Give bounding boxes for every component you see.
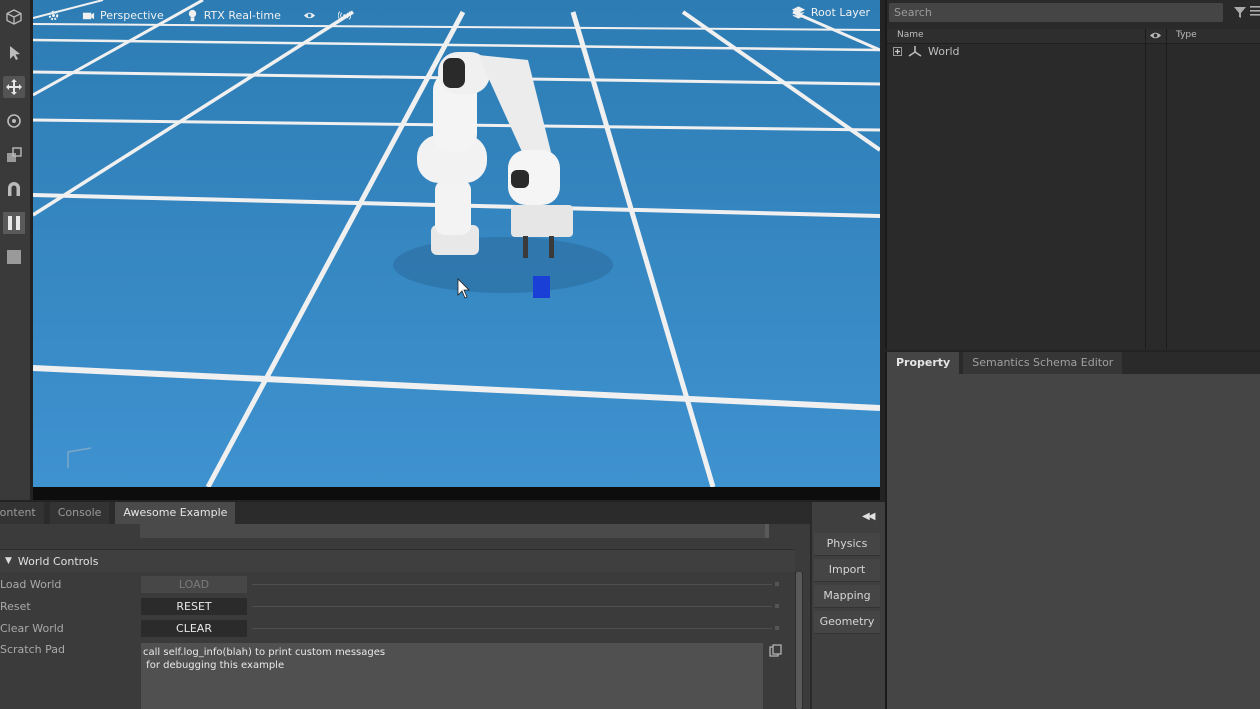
tab-content[interactable]: Content bbox=[0, 502, 44, 524]
geometry-button[interactable]: Geometry bbox=[814, 611, 880, 634]
world-controls-header[interactable]: ▼ World Controls bbox=[0, 549, 795, 572]
stage-panel: Search Name Type World bbox=[885, 0, 1260, 350]
row-track bbox=[252, 606, 772, 607]
broadcast-icon bbox=[337, 10, 351, 20]
move-icon[interactable] bbox=[3, 76, 25, 98]
tab-semantics-schema-editor[interactable]: Semantics Schema Editor bbox=[963, 352, 1123, 374]
property-tabs: Property Semantics Schema Editor bbox=[887, 352, 1260, 374]
menu-icon[interactable] bbox=[1250, 5, 1260, 17]
tab-awesome-example[interactable]: Awesome Example bbox=[115, 502, 236, 524]
camera-button[interactable]: Perspective bbox=[76, 7, 170, 24]
copy-icon[interactable] bbox=[769, 644, 782, 657]
blue-cube[interactable] bbox=[533, 276, 550, 298]
stage-tree: World bbox=[887, 44, 1260, 350]
stage-search-input[interactable]: Search bbox=[889, 3, 1223, 22]
import-button[interactable]: Import bbox=[814, 559, 880, 582]
viewport-toolbar-left bbox=[0, 0, 30, 500]
bottom-tabs: Content Console Awesome Example bbox=[0, 502, 810, 524]
eye-icon bbox=[303, 12, 315, 18]
root-layer-label: Root Layer bbox=[810, 6, 870, 19]
select-arrow-icon[interactable] bbox=[3, 42, 25, 64]
expand-plus-icon[interactable] bbox=[893, 46, 902, 56]
visibility-column-eye-icon[interactable] bbox=[1149, 30, 1162, 41]
stage-column-header: Name Type bbox=[887, 29, 1260, 44]
row-track bbox=[252, 628, 772, 629]
layers-icon bbox=[791, 6, 805, 19]
filter-icon[interactable] bbox=[1233, 5, 1247, 19]
row-track bbox=[252, 584, 772, 585]
side-tool-panel: ◀◀ Physics Import Mapping Geometry bbox=[810, 502, 885, 709]
scrollbar-thumb[interactable] bbox=[796, 572, 802, 709]
extension-panel: Content Console Awesome Example ▼ World … bbox=[0, 502, 810, 709]
renderer-button[interactable]: RTX Real-time bbox=[180, 7, 287, 24]
section-title: World Controls bbox=[17, 554, 99, 568]
snap-magnet-icon[interactable] bbox=[3, 178, 25, 200]
cube-icon[interactable] bbox=[3, 6, 25, 28]
clear-button[interactable]: CLEAR bbox=[141, 620, 247, 637]
rotate-icon[interactable] bbox=[3, 110, 25, 132]
tree-item-label: World bbox=[928, 44, 960, 58]
load-button[interactable]: LOAD bbox=[141, 576, 247, 593]
viewport-top-toolbar: Perspective RTX Real-time Root Layer bbox=[33, 0, 880, 30]
gear-icon bbox=[48, 10, 59, 20]
row-handle bbox=[775, 626, 779, 630]
collapse-panel-icon[interactable]: ◀◀ bbox=[862, 511, 875, 522]
physics-button[interactable]: Physics bbox=[814, 533, 880, 556]
reset-button[interactable]: RESET bbox=[141, 598, 247, 615]
viewport[interactable] bbox=[33, 0, 880, 487]
root-layer-button[interactable]: Root Layer bbox=[791, 6, 870, 19]
camera-label: Perspective bbox=[100, 8, 164, 22]
collapse-triangle-icon[interactable]: ▼ bbox=[5, 556, 12, 566]
property-panel: Property Semantics Schema Editor bbox=[885, 352, 1260, 709]
visibility-button[interactable] bbox=[297, 7, 322, 24]
tree-item-world[interactable]: World bbox=[893, 44, 960, 58]
stop-icon[interactable] bbox=[3, 246, 25, 268]
panel-header-strip bbox=[140, 524, 769, 538]
load-world-label: Load World bbox=[0, 578, 62, 591]
tab-console[interactable]: Console bbox=[49, 502, 110, 524]
mapping-button[interactable]: Mapping bbox=[814, 585, 880, 608]
scratch-pad-textarea[interactable]: call self.log_info(blah) to print custom… bbox=[141, 643, 763, 709]
row-handle bbox=[775, 582, 779, 586]
tab-property[interactable]: Property bbox=[887, 352, 960, 374]
camera-icon bbox=[82, 12, 95, 19]
vertical-scrollbar[interactable] bbox=[795, 572, 803, 709]
scale-icon[interactable] bbox=[3, 144, 25, 166]
pause-icon[interactable] bbox=[3, 212, 25, 234]
world-xform-icon bbox=[908, 46, 922, 57]
scratch-pad-label: Scratch Pad bbox=[0, 643, 65, 656]
lightbulb-icon bbox=[188, 9, 196, 21]
settings-gear-button[interactable] bbox=[41, 7, 66, 24]
search-placeholder: Search bbox=[894, 6, 932, 19]
reset-label: Reset bbox=[0, 600, 31, 613]
column-type[interactable]: Type bbox=[1176, 30, 1197, 40]
viewport-scene bbox=[33, 0, 880, 487]
viewport-footer bbox=[33, 487, 880, 500]
column-name[interactable]: Name bbox=[897, 30, 924, 40]
clear-world-label: Clear World bbox=[0, 622, 64, 635]
renderer-label: RTX Real-time bbox=[203, 8, 281, 22]
row-handle bbox=[775, 604, 779, 608]
broadcast-button[interactable] bbox=[332, 7, 357, 24]
